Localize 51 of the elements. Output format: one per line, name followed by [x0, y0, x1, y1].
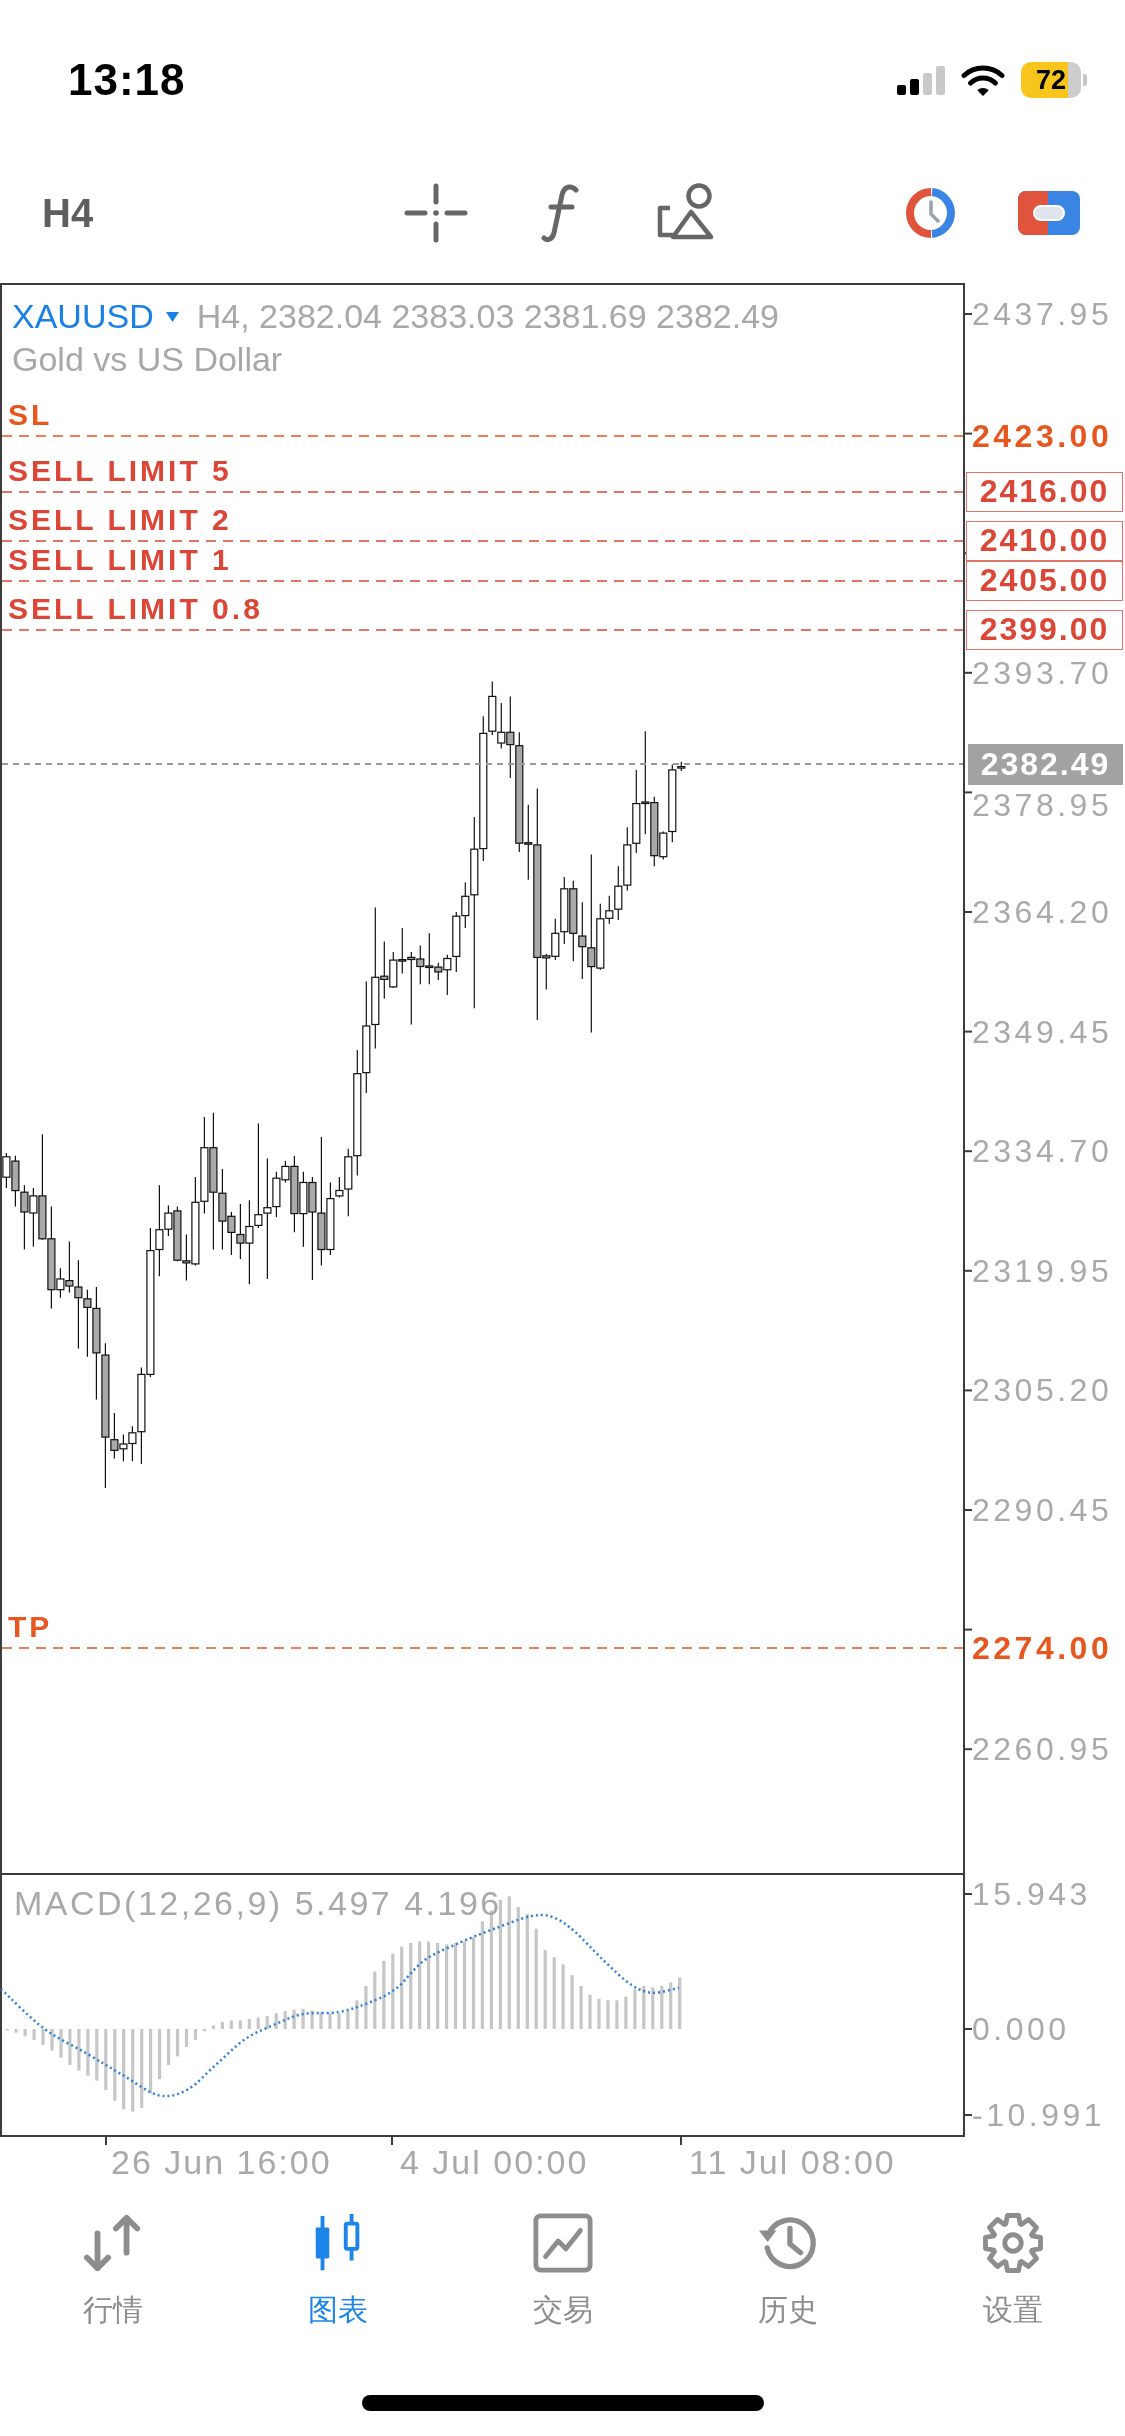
indicator-axis-label: 0.000: [972, 2011, 1070, 2047]
battery-indicator: 72: [1021, 62, 1087, 98]
indicator-title: MACD(12,26,9) 5.497 4.196: [14, 1884, 502, 1922]
order-label: SELL LIMIT 5: [8, 454, 232, 488]
order-price: 2423.00: [972, 418, 1113, 454]
price-axis-label: 2290.45: [972, 1492, 1113, 1528]
time-axis-label: 11 Jul 08:00: [689, 2143, 896, 2181]
wifi-icon: [961, 64, 1005, 96]
tab-button[interactable]: 交易: [450, 2212, 675, 2328]
tab-button[interactable]: 图表: [225, 2212, 450, 2328]
line-chart-icon: [531, 2212, 594, 2274]
symbol-link[interactable]: XAUUSD: [12, 295, 154, 338]
toggle-icon[interactable]: [1018, 191, 1080, 235]
quote-text: H4, 2382.04 2383.03 2381.69 2382.49: [196, 296, 779, 337]
price-axis-label: 2334.70: [972, 1133, 1113, 1169]
tab-button[interactable]: 设置: [900, 2212, 1125, 2328]
price-axis-label: 2378.95: [972, 787, 1113, 823]
price-axis-label: 2349.45: [972, 1013, 1113, 1050]
price-tag: 2410.00: [966, 521, 1123, 561]
symbol-description: Gold vs US Dollar: [12, 340, 283, 378]
price-tag: 2399.00: [966, 610, 1123, 650]
settings-icon: [981, 2212, 1044, 2274]
time-axis-label: 4 Jul 00:00: [400, 2143, 589, 2181]
order-label: SELL LIMIT 1: [8, 543, 232, 577]
order-label: SELL LIMIT 0.8: [8, 592, 263, 626]
order-label: SL: [8, 398, 53, 432]
order-label: TP: [8, 1610, 53, 1644]
signal-icon: [897, 65, 945, 95]
current-price-label: 2382.49: [968, 744, 1123, 785]
price-axis-label: 2319.95: [972, 1253, 1113, 1289]
crosshair-icon[interactable]: [404, 183, 468, 243]
clock-icon[interactable]: [905, 188, 957, 238]
price-axis-label: 2437.95: [972, 296, 1113, 332]
function-icon[interactable]: [541, 183, 581, 243]
price-axis-label: 2364.20: [972, 894, 1113, 930]
status-time: 13:18: [68, 58, 186, 102]
timeframe-button[interactable]: H4: [42, 193, 94, 233]
time-axis-label: 26 Jun 16:00: [111, 2143, 332, 2181]
shapes-icon[interactable]: [656, 183, 716, 241]
order-label: SELL LIMIT 2: [8, 503, 232, 537]
price-tag: 2405.00: [966, 561, 1123, 601]
tab-button[interactable]: 历史: [675, 2212, 900, 2328]
price-axis-label: 2305.20: [972, 1372, 1113, 1409]
indicator-axis-label: 15.943: [972, 1876, 1091, 1912]
price-tag: 2416.00: [966, 472, 1123, 512]
price-axis-label: 2393.70: [972, 655, 1113, 691]
price-axis-label: 2260.95: [972, 1731, 1113, 1767]
tab-button[interactable]: 行情: [0, 2212, 225, 2328]
caret-icon[interactable]: [165, 311, 179, 322]
order-price: 2274.00: [972, 1630, 1113, 1666]
indicator-axis-label: -10.991: [972, 2097, 1106, 2133]
